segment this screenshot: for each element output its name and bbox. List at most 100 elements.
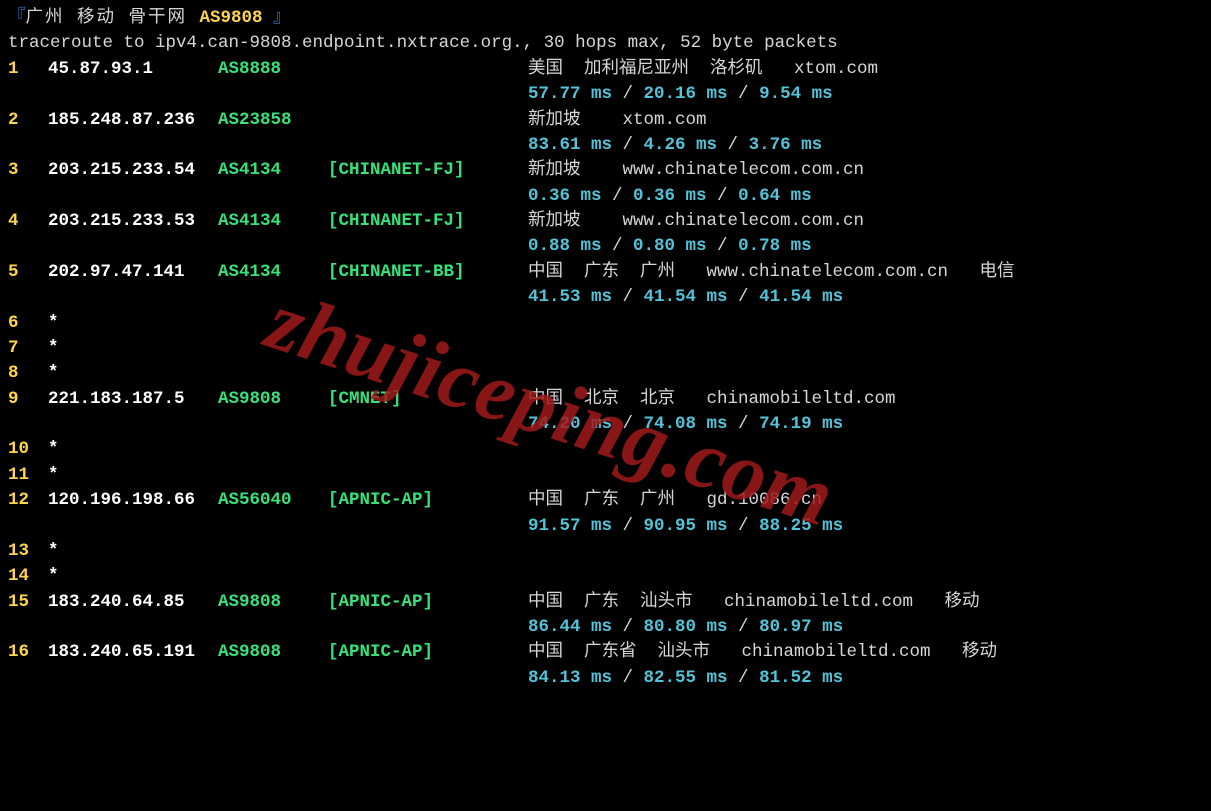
hop-network: [APNIC-AP]	[328, 640, 528, 665]
hop-rtt-sep: /	[728, 414, 760, 434]
hop-timeout-star: *	[48, 564, 59, 589]
hop-ip: 45.87.93.1	[48, 57, 218, 82]
hop-timeout-star: *	[48, 437, 59, 462]
hop-asn: AS56040	[218, 488, 328, 513]
hop-rtt-sep: /	[612, 617, 644, 637]
hop-asn: AS4134	[218, 209, 328, 234]
hop-rtt1: 84.13 ms	[528, 668, 612, 688]
hop-times-row: 41.53 ms / 41.54 ms / 41.54 ms	[8, 285, 1203, 310]
hop-rtt-sep: /	[602, 186, 634, 206]
hop-ip: 183.240.65.191	[48, 640, 218, 665]
hop-network: [CHINANET-FJ]	[328, 209, 528, 234]
hop-times: 41.53 ms / 41.54 ms / 41.54 ms	[528, 285, 843, 310]
hop-rtt-sep: /	[612, 135, 644, 155]
hop-network: [APNIC-AP]	[328, 590, 528, 615]
hop-rtt3: 81.52 ms	[759, 668, 843, 688]
hop-location: 中国 广东省 汕头市 chinamobileltd.com 移动	[528, 640, 1203, 665]
hop-rtt2: 0.36 ms	[633, 186, 707, 206]
hop-timeout-star: *	[48, 361, 59, 386]
hop-times-row: 0.36 ms / 0.36 ms / 0.64 ms	[8, 184, 1203, 209]
hop-rtt2: 20.16 ms	[644, 84, 728, 104]
hop-rtt-sep: /	[707, 236, 739, 256]
hop-timeout-star: *	[48, 463, 59, 488]
hop-times: 84.13 ms / 82.55 ms / 81.52 ms	[528, 666, 843, 691]
hop-row: 16183.240.65.191AS9808[APNIC-AP]中国 广东省 汕…	[8, 640, 1203, 665]
hop-row: 4203.215.233.53AS4134[CHINANET-FJ]新加坡 ww…	[8, 209, 1203, 234]
traceroute-intro: traceroute to ipv4.can-9808.endpoint.nxt…	[8, 31, 1203, 56]
hop-rtt-sep: /	[707, 186, 739, 206]
hop-number: 15	[8, 590, 48, 615]
hop-location: 新加坡 www.chinatelecom.com.cn	[528, 209, 1203, 234]
hop-rtt-sep: /	[728, 516, 760, 536]
hop-network: [CHINANET-FJ]	[328, 158, 528, 183]
hop-rtt3: 0.78 ms	[738, 236, 812, 256]
hop-rtt3: 74.19 ms	[759, 414, 843, 434]
hop-times: 91.57 ms / 90.95 ms / 88.25 ms	[528, 514, 843, 539]
hop-number: 13	[8, 539, 48, 564]
hop-number: 8	[8, 361, 48, 386]
hop-number: 1	[8, 57, 48, 82]
hop-location: 中国 广东 广州 www.chinatelecom.com.cn 电信	[528, 260, 1203, 285]
hop-times: 0.36 ms / 0.36 ms / 0.64 ms	[528, 184, 812, 209]
hop-rtt-sep: /	[612, 516, 644, 536]
title-open-bracket: 『	[8, 8, 26, 28]
hop-number: 5	[8, 260, 48, 285]
hop-rtt1: 74.20 ms	[528, 414, 612, 434]
hop-asn: AS4134	[218, 158, 328, 183]
hop-number: 12	[8, 488, 48, 513]
hop-times-row: 83.61 ms / 4.26 ms / 3.76 ms	[8, 133, 1203, 158]
hop-number: 3	[8, 158, 48, 183]
hop-rtt3: 88.25 ms	[759, 516, 843, 536]
traceroute-rows: 145.87.93.1AS8888美国 加利福尼亚州 洛杉矶 xtom.com5…	[8, 57, 1203, 691]
hop-ip: 120.196.198.66	[48, 488, 218, 513]
hop-rtt3: 3.76 ms	[749, 135, 823, 155]
hop-rtt3: 9.54 ms	[759, 84, 833, 104]
hop-row: 3203.215.233.54AS4134[CHINANET-FJ]新加坡 ww…	[8, 158, 1203, 183]
hop-number: 9	[8, 387, 48, 412]
hop-rtt-sep: /	[728, 84, 760, 104]
hop-timeout-row: 10*	[8, 437, 1203, 462]
hop-timeout-row: 8*	[8, 361, 1203, 386]
hop-number: 4	[8, 209, 48, 234]
hop-times-row: 57.77 ms / 20.16 ms / 9.54 ms	[8, 82, 1203, 107]
hop-number: 6	[8, 311, 48, 336]
hop-timeout-star: *	[48, 336, 59, 361]
hop-rtt-sep: /	[728, 668, 760, 688]
hop-asn: AS9808	[218, 590, 328, 615]
title-asn: AS9808	[200, 8, 263, 28]
hop-rtt-sep: /	[728, 287, 760, 307]
hop-rtt-sep: /	[612, 84, 644, 104]
hop-number: 11	[8, 463, 48, 488]
hop-rtt1: 57.77 ms	[528, 84, 612, 104]
hop-times-padding	[8, 234, 528, 259]
hop-rtt1: 83.61 ms	[528, 135, 612, 155]
hop-ip: 183.240.64.85	[48, 590, 218, 615]
hop-number: 16	[8, 640, 48, 665]
hop-location: 美国 加利福尼亚州 洛杉矶 xtom.com	[528, 57, 1203, 82]
hop-rtt-sep: /	[612, 414, 644, 434]
hop-timeout-star: *	[48, 539, 59, 564]
hop-rtt2: 4.26 ms	[644, 135, 718, 155]
hop-rtt2: 80.80 ms	[644, 617, 728, 637]
hop-times-padding	[8, 184, 528, 209]
title-text: 广州 移动 骨干网	[26, 8, 200, 28]
hop-rtt-sep: /	[728, 617, 760, 637]
hop-timeout-row: 6*	[8, 311, 1203, 336]
hop-rtt1: 91.57 ms	[528, 516, 612, 536]
hop-times-padding	[8, 133, 528, 158]
hop-rtt3: 0.64 ms	[738, 186, 812, 206]
hop-times-padding	[8, 82, 528, 107]
hop-location: 中国 北京 北京 chinamobileltd.com	[528, 387, 1203, 412]
hop-timeout-row: 14*	[8, 564, 1203, 589]
hop-rtt2: 41.54 ms	[644, 287, 728, 307]
hop-asn: AS8888	[218, 57, 328, 82]
hop-timeout-row: 7*	[8, 336, 1203, 361]
hop-ip: 203.215.233.54	[48, 158, 218, 183]
hop-network: [APNIC-AP]	[328, 488, 528, 513]
hop-times-row: 0.88 ms / 0.80 ms / 0.78 ms	[8, 234, 1203, 259]
hop-times-padding	[8, 285, 528, 310]
hop-number: 7	[8, 336, 48, 361]
hop-times: 83.61 ms / 4.26 ms / 3.76 ms	[528, 133, 822, 158]
hop-rtt2: 90.95 ms	[644, 516, 728, 536]
hop-rtt2: 0.80 ms	[633, 236, 707, 256]
